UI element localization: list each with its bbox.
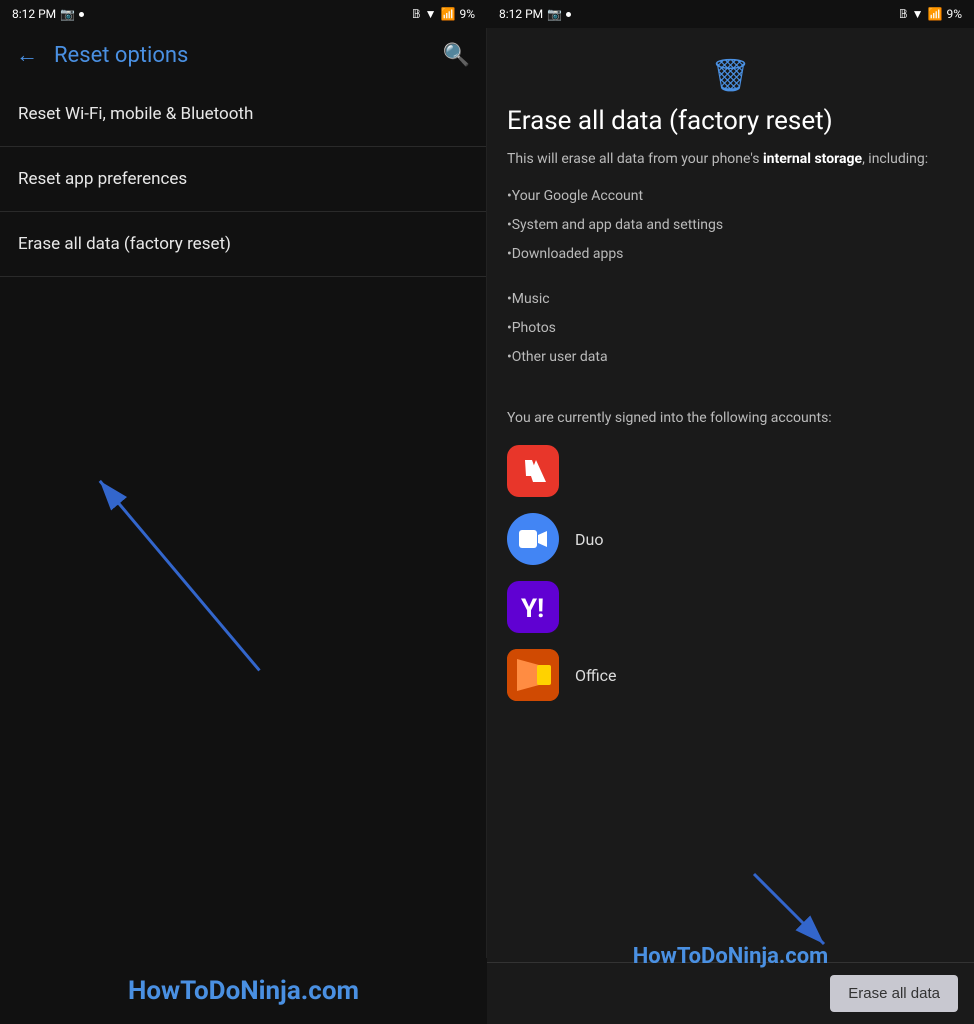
- bullet-downloaded-apps: •Downloaded apps: [507, 244, 954, 265]
- right-content: 🗑 Erase all data (factory reset) This wi…: [487, 28, 974, 1024]
- cam-icon-left: 📷: [60, 7, 75, 21]
- status-bar-left: 8:12 PM 📷 𝔹 ▼ 📶 9%: [0, 0, 487, 28]
- menu-item-factory-reset[interactable]: Erase all data (factory reset): [0, 212, 486, 277]
- account-office: Office: [507, 649, 954, 701]
- search-icon[interactable]: 🔍: [443, 43, 470, 68]
- bullet-system-data: •System and app data and settings: [507, 215, 954, 236]
- menu-item-wifi[interactable]: Reset Wi-Fi, mobile & Bluetooth: [0, 82, 486, 147]
- adobe-icon: [507, 445, 559, 497]
- battery-right: 9%: [946, 7, 962, 21]
- desc-bold: internal storage: [763, 151, 862, 167]
- erase-all-data-button[interactable]: Erase all data: [830, 975, 958, 1012]
- bullet-photos: •Photos: [507, 318, 954, 339]
- yahoo-icon: Y!: [507, 581, 559, 633]
- account-adobe: [507, 445, 954, 497]
- account-duo: Duo: [507, 513, 954, 565]
- time-left: 8:12 PM: [12, 7, 56, 21]
- left-panel: ← Reset options 🔍 Reset Wi-Fi, mobile & …: [0, 28, 487, 1024]
- signal-icon-left: 📶: [441, 7, 456, 21]
- wifi-icon-right: ▼: [912, 7, 924, 21]
- section-gap: [507, 273, 954, 289]
- account-yahoo: Y!: [507, 581, 954, 633]
- section-gap-3: [507, 392, 954, 408]
- status-time-left: 8:12 PM 📷: [12, 7, 84, 21]
- duo-icon: [507, 513, 559, 565]
- cam-icon-right: 📷: [547, 7, 562, 21]
- back-button[interactable]: ←: [16, 42, 38, 68]
- bullet-music: •Music: [507, 289, 954, 310]
- time-right: 8:12 PM: [499, 7, 543, 21]
- dot-left: [79, 12, 84, 17]
- bt-icon-right: 𝔹: [899, 7, 908, 21]
- signal-icon-right: 📶: [928, 7, 943, 21]
- dot-right: [566, 12, 571, 17]
- svg-text:Y!: Y!: [521, 594, 544, 623]
- battery-left: 9%: [459, 7, 475, 21]
- menu-item-app-prefs[interactable]: Reset app preferences: [0, 147, 486, 212]
- left-header: ← Reset options 🔍: [0, 28, 486, 82]
- trash-icon: 🗑: [710, 56, 751, 94]
- duo-label: Duo: [575, 530, 603, 549]
- status-icons-right: 𝔹 ▼ 📶 9%: [899, 7, 962, 21]
- office-icon: [507, 649, 559, 701]
- right-panel: 🗑 Erase all data (factory reset) This wi…: [487, 28, 974, 1024]
- trash-icon-container: 🗑: [507, 56, 954, 94]
- bullet-google-account: •Your Google Account: [507, 186, 954, 207]
- wifi-icon-left: ▼: [425, 7, 437, 21]
- status-bar: 8:12 PM 📷 𝔹 ▼ 📶 9% 8:12 PM 📷 𝔹 ▼ 📶 9%: [0, 0, 974, 28]
- watermark-left: HowToDoNinja.com: [0, 958, 487, 1024]
- bt-icon-left: 𝔹: [409, 7, 421, 21]
- status-time-right: 8:12 PM 📷: [499, 7, 571, 21]
- office-label: Office: [575, 666, 617, 685]
- section-gap-2: [507, 376, 954, 392]
- desc-end: , including:: [862, 151, 928, 167]
- bottom-bar: Erase all data: [487, 962, 974, 1024]
- left-arrow-annotation: [0, 277, 486, 1024]
- status-bar-right: 8:12 PM 📷 𝔹 ▼ 📶 9%: [487, 0, 974, 28]
- main-content: ← Reset options 🔍 Reset Wi-Fi, mobile & …: [0, 28, 974, 1024]
- left-annotation: [0, 277, 486, 1024]
- factory-reset-title: Erase all data (factory reset): [507, 106, 954, 137]
- signed-in-text: You are currently signed into the follow…: [507, 408, 954, 429]
- page-title: Reset options: [54, 43, 427, 68]
- desc-start: This will erase all data from your phone…: [507, 151, 763, 167]
- bullet-other-user-data: •Other user data: [507, 347, 954, 368]
- status-icons-left: 𝔹 ▼ 📶 9%: [409, 7, 475, 21]
- factory-reset-description: This will erase all data from your phone…: [507, 149, 954, 170]
